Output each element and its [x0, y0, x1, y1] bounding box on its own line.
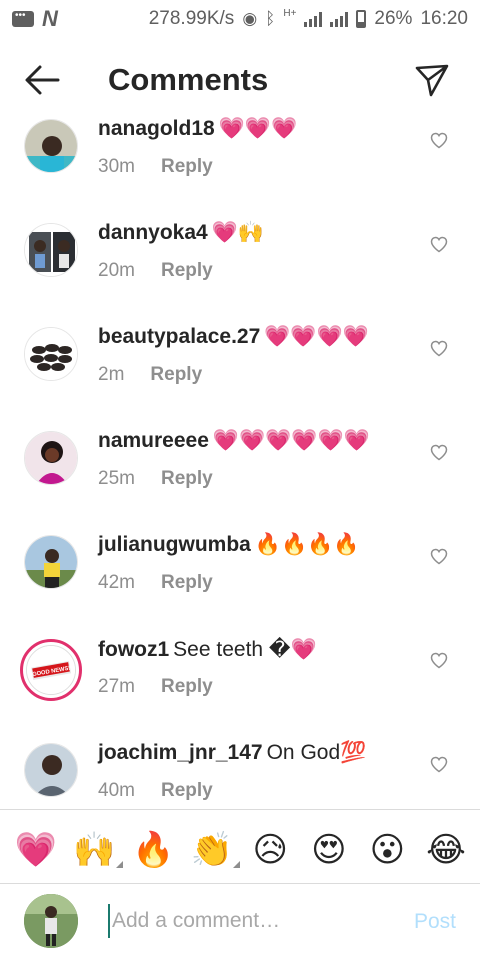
reply-button[interactable]: Reply: [161, 572, 213, 593]
emoji-quick-bar: 💗 🙌 🔥 👏 😥 😍 😮 😂: [0, 820, 480, 880]
app-n-icon: N: [42, 6, 58, 31]
reply-button[interactable]: Reply: [150, 364, 202, 385]
comment-item: joachim_jnr_147 On God💯 40m Reply: [0, 737, 480, 810]
comment-text: 💗🙌: [211, 221, 265, 244]
like-heart-icon[interactable]: [430, 340, 448, 357]
battery-percent: 26%: [374, 8, 413, 29]
reply-button[interactable]: Reply: [161, 780, 213, 801]
comment-item: beautypalace.27 💗💗💗💗 2m Reply: [0, 321, 480, 425]
comment-item: namureeee 💗💗💗💗💗💗 25m Reply: [0, 425, 480, 529]
battery-icon: [356, 10, 367, 28]
avatar[interactable]: [24, 535, 78, 589]
comment-time: 2m: [98, 364, 125, 385]
network-speed: 278.99K/s: [148, 8, 235, 29]
comment-username[interactable]: namureeee: [98, 429, 209, 452]
signal-2-icon: [330, 11, 349, 27]
page-title: Comments: [108, 62, 269, 97]
avatar[interactable]: [24, 743, 78, 797]
emoji-heart-eyes-button[interactable]: 😍: [305, 830, 353, 870]
comment-item: dannyoka4 💗🙌 20m Reply: [0, 217, 480, 321]
comment-time: 20m: [98, 260, 135, 281]
bluetooth-icon: ᛒ: [265, 9, 276, 28]
avatar[interactable]: [24, 327, 78, 381]
emoji-raised-hands-button[interactable]: 🙌: [71, 830, 123, 870]
post-button[interactable]: Post: [414, 910, 456, 934]
network-type: H+: [283, 7, 297, 19]
comment-item: nanagold18 💗💗💗 30m Reply: [0, 113, 480, 217]
comment-time: 40m: [98, 780, 135, 801]
emoji-fire-button[interactable]: 🔥: [129, 830, 177, 870]
like-heart-icon[interactable]: [430, 444, 448, 461]
comment-time: 30m: [98, 156, 135, 177]
reply-button[interactable]: Reply: [161, 468, 213, 489]
comment-text: See teeth �💗: [173, 638, 317, 661]
comment-composer: Post: [0, 884, 480, 960]
message-icon: [12, 10, 34, 27]
comment-username[interactable]: dannyoka4: [98, 221, 208, 244]
reply-button[interactable]: Reply: [161, 676, 213, 697]
comment-text: 💗💗💗: [218, 117, 298, 140]
comment-username[interactable]: beautypalace.27: [98, 325, 260, 348]
comment-text: On God💯: [266, 741, 367, 764]
like-heart-icon[interactable]: [430, 548, 448, 565]
comment-username[interactable]: fowoz1: [98, 638, 169, 661]
emoji-sad-button[interactable]: 😥: [246, 830, 294, 870]
skin-tone-indicator: [232, 861, 240, 868]
comments-list[interactable]: nanagold18 💗💗💗 30m Reply dannyoka4 💗🙌 20m Re…: [0, 113, 480, 810]
hotspot-icon: ◉: [242, 9, 258, 28]
comment-username[interactable]: julianugwumba: [98, 533, 251, 556]
comment-item: julianugwumba 🔥🔥🔥🔥 42m Reply: [0, 529, 480, 633]
avatar[interactable]: [24, 431, 78, 485]
signal-icon: [304, 11, 323, 27]
emoji-wow-button[interactable]: 😮: [363, 830, 411, 870]
avatar[interactable]: [24, 119, 78, 173]
comment-time: 25m: [98, 468, 135, 489]
comment-text: 💗💗💗💗💗💗: [212, 429, 370, 452]
current-user-avatar: [24, 894, 78, 948]
like-heart-icon[interactable]: [430, 756, 448, 773]
like-heart-icon[interactable]: [430, 652, 448, 669]
avatar[interactable]: [24, 223, 78, 277]
emoji-laugh-button[interactable]: 😂: [422, 830, 470, 870]
send-icon[interactable]: [414, 62, 450, 98]
comment-text: 🔥🔥🔥🔥: [254, 533, 360, 556]
skin-tone-indicator: [115, 861, 123, 868]
reply-button[interactable]: Reply: [161, 156, 213, 177]
comment-time: 42m: [98, 572, 135, 593]
comment-username[interactable]: joachim_jnr_147: [98, 741, 263, 764]
emoji-clap-button[interactable]: 👏: [188, 830, 240, 870]
emoji-heart-button[interactable]: 💗: [12, 830, 60, 870]
comment-input[interactable]: [108, 904, 378, 938]
comment-text: 💗💗💗💗: [264, 325, 369, 348]
like-heart-icon[interactable]: [430, 236, 448, 253]
back-arrow-icon[interactable]: [24, 64, 60, 96]
reply-button[interactable]: Reply: [161, 260, 213, 281]
comment-username[interactable]: nanagold18: [98, 117, 215, 140]
comment-time: 27m: [98, 676, 135, 697]
comment-item: GOOD NEWS! fowoz1 See teeth �💗 27m Reply: [0, 633, 480, 737]
status-bar: N 278.99K/s ◉ ᛒ H+ 26% 16:20: [0, 0, 480, 38]
like-heart-icon[interactable]: [430, 132, 448, 149]
divider: [0, 809, 480, 810]
avatar-with-story-ring[interactable]: GOOD NEWS!: [20, 639, 82, 701]
header: Comments: [0, 50, 480, 110]
clock: 16:20: [420, 8, 468, 29]
